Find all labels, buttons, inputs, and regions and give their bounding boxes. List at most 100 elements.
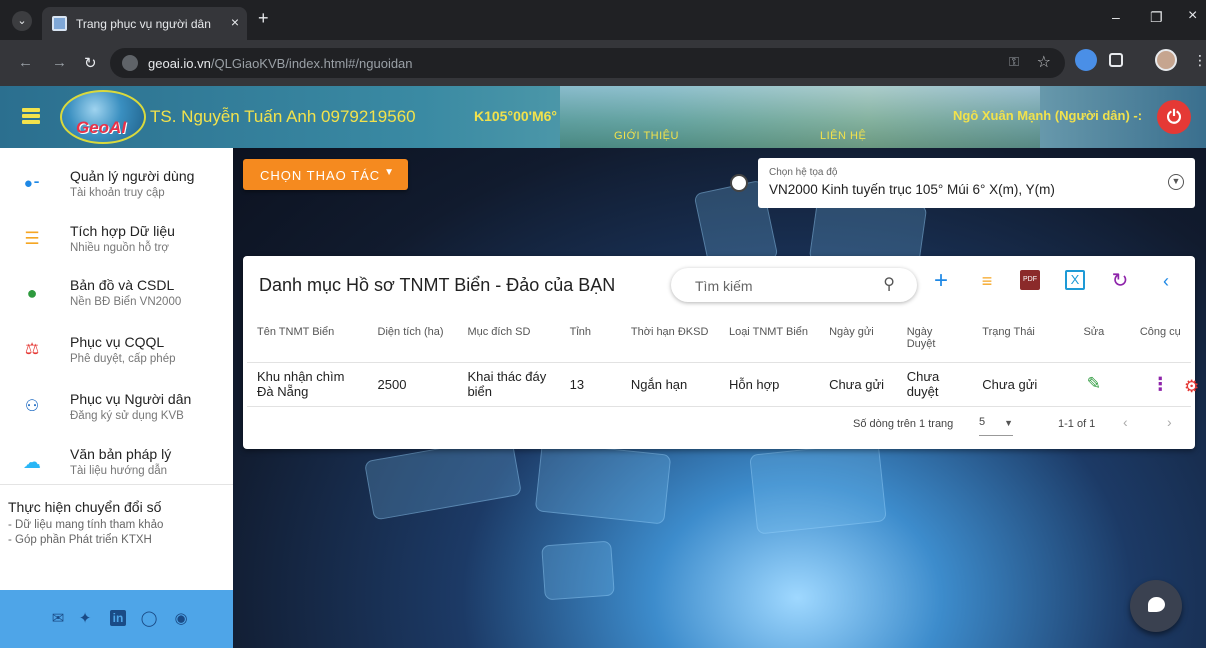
main-content: CHỌN THAO TÁC ▼ Chọn hệ tọa độ VN2000 Ki… <box>233 148 1206 648</box>
window-minimize-button[interactable]: – <box>1112 9 1120 25</box>
camera-tile <box>541 540 615 601</box>
scale-icon: ⚖ <box>24 341 40 358</box>
table-row[interactable]: Khu nhận chìm Đà Nẵng 2500 Khai thác đáy… <box>247 362 1191 407</box>
current-user-name[interactable]: Ngô Xuân Mạnh (Người dân) -: <box>953 108 1142 123</box>
nav-link-intro[interactable]: GIỚI THIỆU <box>614 130 679 142</box>
settings-gear-icon[interactable]: ⚙ <box>1184 377 1199 397</box>
users-icon: ●⁃ <box>23 175 41 192</box>
column-header[interactable]: Ngày Duyệt <box>896 316 973 363</box>
card-title: Danh mục Hồ sơ TNMT Biển - Đảo của BẠN <box>259 275 616 295</box>
refresh-icon[interactable]: ↻ <box>1109 270 1131 292</box>
chevron-down-icon: ▼ <box>1004 418 1013 428</box>
dropdown-circle-icon: ▼ <box>1168 174 1184 190</box>
prev-page-icon[interactable]: ‹ <box>1123 414 1128 430</box>
add-icon[interactable]: + <box>930 269 952 293</box>
address-bar[interactable]: geoai.io.vn/QLGiaoKVB/index.html#/nguoid… <box>110 48 1065 78</box>
excel-icon[interactable]: X <box>1065 270 1085 290</box>
whatsapp-icon[interactable]: ◯ <box>140 610 158 628</box>
column-header[interactable]: Trạng Thái <box>972 316 1059 363</box>
search-icon[interactable]: ⚲ <box>883 274 895 294</box>
sidebar-item-subtitle: Tài liệu hướng dẫn <box>70 465 168 477</box>
cell-province: 13 <box>559 362 621 407</box>
browser-tab-strip: ⌄ Trang phục vụ người dân × + – ❐ × <box>0 0 1206 40</box>
coordinate-zone-label: K105°00'M6° <box>474 108 558 124</box>
new-tab-button[interactable]: + <box>258 8 269 29</box>
tab-title: Trang phục vụ người dân <box>76 17 211 31</box>
crs-select[interactable]: Chọn hệ tọa độ VN2000 Kinh tuyến trục 10… <box>758 158 1195 208</box>
social-links-bar: ✉ ✦ in ◯ ◉ <box>0 590 233 648</box>
url-text: geoai.io.vn/QLGiaoKVB/index.html#/nguoid… <box>148 56 413 71</box>
sidebar-item-subtitle: Đăng ký sử dụng KVB <box>70 410 184 422</box>
url-host: geoai.io.vn <box>148 56 211 71</box>
column-header[interactable]: Tên TNMT Biển <box>247 316 368 363</box>
extension-icon[interactable] <box>1075 49 1097 71</box>
twitter-icon[interactable]: ✦ <box>76 610 94 628</box>
choose-action-label: CHỌN THAO TÁC <box>260 168 381 183</box>
dossier-table: Tên TNMT Biển Diện tích (ha) Mục đích SD… <box>247 316 1191 407</box>
sidebar-item-subtitle: Tài khoản truy cập <box>70 187 165 199</box>
column-header[interactable]: Mục đích SD <box>457 316 560 363</box>
crs-caption: Chọn hệ tọa độ <box>769 167 838 178</box>
rows-per-page-value: 5 <box>979 416 986 428</box>
column-header[interactable]: Ngày gửi <box>819 316 897 363</box>
column-header[interactable]: Công cụ <box>1129 316 1191 363</box>
more-vert-icon[interactable]: ⋮ <box>1151 374 1169 394</box>
site-info-icon[interactable] <box>122 55 138 71</box>
app-header: GeoAI TS. Nguyễn Tuấn Anh 0979219560 K10… <box>0 86 1206 148</box>
forward-icon[interactable]: → <box>52 54 67 71</box>
browser-tab[interactable]: Trang phục vụ người dân × <box>42 7 247 40</box>
sidebar-item-legal-docs[interactable]: ☁ Văn bản pháp lý Tài liệu hướng dẫn <box>0 436 233 494</box>
sidebar-item-data-integration[interactable]: ☰ Tích hợp Dữ liệu Nhiều nguồn hỗ trợ <box>0 213 233 271</box>
sidebar-item-subtitle: Nhiều nguồn hỗ trợ <box>70 242 169 254</box>
podcast-icon[interactable]: ◉ <box>172 610 190 628</box>
background-tile <box>534 441 672 525</box>
sidebar: ●⁃ Quản lý người dùng Tài khoản truy cập… <box>0 148 233 648</box>
sidebar-item-user-management[interactable]: ●⁃ Quản lý người dùng Tài khoản truy cập <box>0 158 233 216</box>
chat-button[interactable] <box>1130 580 1182 632</box>
crs-value: VN2000 Kinh tuyến trục 105° Múi 6° X(m),… <box>769 182 1055 197</box>
sidebar-item-title: Phục vụ Người dân <box>70 391 192 407</box>
sidebar-item-title: Phục vụ CQQL <box>70 334 165 350</box>
sidebar-item-citizen-service[interactable]: ⚇ Phục vụ Người dân Đăng ký sử dụng KVB <box>0 381 233 439</box>
pagination-range: 1-1 of 1 <box>1058 418 1096 430</box>
nav-link-contact[interactable]: LIÊN HỆ <box>820 130 866 142</box>
sidebar-item-maps-db[interactable]: ● Bản đồ và CSDL Nền BĐ Biển VN2000 <box>0 267 233 325</box>
database-icon: ☰ <box>24 229 40 248</box>
back-icon[interactable]: ← <box>18 54 33 71</box>
window-close-button[interactable]: × <box>1188 7 1197 25</box>
logout-power-button[interactable]: ⏻ <box>1157 100 1191 134</box>
edit-pencil-icon[interactable]: ✎ <box>1087 374 1101 393</box>
bookmark-star-icon[interactable]: ☆ <box>1037 52 1051 72</box>
url-path: /QLGiaoKVB/index.html#/nguoidan <box>210 56 413 71</box>
menu-icon[interactable] <box>22 108 40 126</box>
rows-per-page-select[interactable]: 5 ▼ <box>979 416 1013 436</box>
mail-icon[interactable]: ✉ <box>49 610 67 628</box>
collapse-icon[interactable]: ‹ <box>1155 270 1177 292</box>
choose-action-button[interactable]: CHỌN THAO TÁC ▼ <box>243 159 408 190</box>
cell-status: Chưa gửi <box>972 362 1059 407</box>
sidebar-item-subtitle: Nền BĐ Biển VN2000 <box>70 296 182 308</box>
password-key-icon[interactable]: ⚿ <box>1009 54 1019 70</box>
pdf-icon[interactable]: PDF <box>1020 270 1040 290</box>
sidebar-item-title: Tích hợp Dữ liệu <box>70 223 175 239</box>
reload-icon[interactable]: ↻ <box>84 54 97 72</box>
sidebar-item-authority[interactable]: ⚖ Phục vụ CQQL Phê duyệt, cấp phép <box>0 324 233 382</box>
search-input[interactable]: Tìm kiếm ⚲ <box>671 268 917 302</box>
browser-menu-icon[interactable]: ⋮ <box>1193 52 1206 69</box>
column-header[interactable]: Diện tích (ha) <box>367 316 458 363</box>
column-header[interactable]: Tỉnh <box>559 316 621 363</box>
people-icon: ⚇ <box>24 398 40 415</box>
window-restore-button[interactable]: ❐ <box>1150 9 1163 26</box>
tab-close-icon[interactable]: × <box>231 14 239 30</box>
logo-text: GeoAI <box>76 118 127 137</box>
extensions-puzzle-icon[interactable] <box>1109 53 1123 67</box>
column-header[interactable]: Sửa <box>1058 316 1130 363</box>
digital-note-line: - Góp phần Phát triển KTXH <box>8 534 152 546</box>
clear-filter-icon[interactable]: ≡ <box>976 270 998 292</box>
linkedin-icon[interactable]: in <box>110 610 126 626</box>
tab-search-button[interactable]: ⌄ <box>12 11 32 31</box>
column-header[interactable]: Loại TNMT Biển <box>718 316 820 363</box>
column-header[interactable]: Thời hạn ĐKSD <box>620 316 719 363</box>
profile-avatar[interactable] <box>1155 49 1177 71</box>
next-page-icon[interactable]: › <box>1167 414 1172 430</box>
